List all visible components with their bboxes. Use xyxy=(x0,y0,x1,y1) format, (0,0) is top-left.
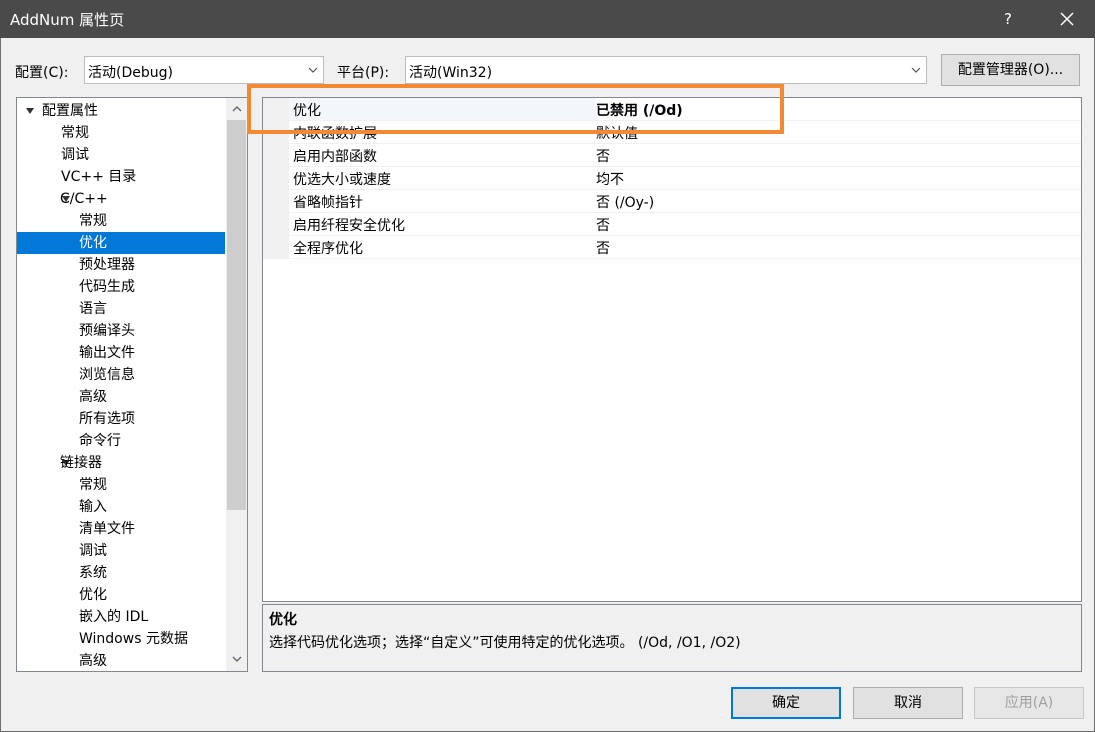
property-value[interactable]: 否 xyxy=(596,238,610,258)
platform-label: 平台(P): xyxy=(337,65,390,81)
tree-item-label: 链接器 xyxy=(60,455,102,471)
tree-item-label: 所有选项 xyxy=(79,411,135,427)
platform-combo[interactable]: 活动(Win32) xyxy=(405,56,927,84)
tree-item-label: 调试 xyxy=(61,147,89,163)
property-row[interactable]: 启用内部函数 否 xyxy=(263,144,1081,167)
tree-item-label: VC++ 目录 xyxy=(61,169,137,185)
window-title: AddNum 属性页 xyxy=(10,11,125,29)
description-text: 选择代码优化选项；选择“自定义”可使用特定的优化选项。 (/Od, /O1, /… xyxy=(269,635,741,651)
property-row[interactable]: 全程序优化 否 xyxy=(263,236,1081,259)
chevron-down-icon xyxy=(909,63,923,77)
tree-item[interactable]: 调试 xyxy=(17,144,225,166)
tree-item-label: 常规 xyxy=(79,477,107,493)
tree-item[interactable]: 常规 xyxy=(17,474,225,496)
property-value[interactable]: 否 xyxy=(596,215,610,235)
property-row[interactable]: 启用纤程安全优化 否 xyxy=(263,213,1081,236)
row-gutter xyxy=(263,190,289,212)
tree-item[interactable]: 输出文件 xyxy=(17,342,225,364)
apply-button[interactable]: 应用(A) xyxy=(974,687,1084,719)
description-title: 优化 xyxy=(269,612,297,628)
tree-item-label: Windows 元数据 xyxy=(79,631,188,647)
close-icon[interactable] xyxy=(1050,3,1084,35)
property-name: 启用纤程安全优化 xyxy=(293,218,405,234)
scroll-up-icon[interactable] xyxy=(231,103,243,115)
property-name: 优选大小或速度 xyxy=(293,172,391,188)
tree-item-label: 调试 xyxy=(79,543,107,559)
tree-item-label: 清单文件 xyxy=(79,521,135,537)
title-bar: AddNum 属性页 ? xyxy=(0,0,1095,38)
tree-item-label: 优化 xyxy=(79,587,107,603)
tree-item-label: 配置属性 xyxy=(42,103,98,119)
property-row[interactable]: 优选大小或速度 均不 xyxy=(263,167,1081,190)
tree-item[interactable]: 系统 xyxy=(17,562,225,584)
property-grid: 优化 已禁用 (/Od) 内联函数扩展 默认值 启用内部函数否优选大小或速度 均不 省略帧指… xyxy=(262,97,1082,602)
tree-item-label: 输出文件 xyxy=(79,345,135,361)
row-gutter xyxy=(263,213,289,235)
tree-item[interactable]: 高级 xyxy=(17,650,225,671)
tree-item-label: 系统 xyxy=(79,565,107,581)
property-name: 全程序优化 xyxy=(293,241,363,257)
tree-item[interactable]: 高级 xyxy=(17,386,225,408)
property-row[interactable]: 省略帧指针 否 (/Oy-) xyxy=(263,190,1081,213)
config-manager-button[interactable]: 配置管理器(O)... xyxy=(941,54,1080,86)
tree-item-label: 高级 xyxy=(79,389,107,405)
expand-triangle-icon[interactable] xyxy=(25,100,35,122)
tree-item[interactable]: 优化 xyxy=(17,584,225,606)
tree-item-label: 常规 xyxy=(79,213,107,229)
tree-item-label: 浏览信息 xyxy=(79,367,135,383)
platform-value: 活动(Win32) xyxy=(409,65,493,81)
property-value[interactable]: 否 xyxy=(596,146,610,166)
tree-item[interactable]: 浏览信息 xyxy=(17,364,225,386)
annotation-highlight-box xyxy=(247,84,784,134)
tree-item-label: 常规 xyxy=(61,125,89,141)
tree-item-label: 输入 xyxy=(79,499,107,515)
tree-item[interactable]: 链接器 xyxy=(17,452,225,474)
config-combo[interactable]: 活动(Debug) xyxy=(84,56,324,84)
tree-item[interactable]: 配置属性 xyxy=(17,100,225,122)
tree-item[interactable]: VC++ 目录 xyxy=(17,166,225,188)
property-name: 省略帧指针 xyxy=(293,195,363,211)
config-label: 配置(C): xyxy=(15,65,69,81)
ok-button[interactable]: 确定 xyxy=(731,687,841,719)
row-gutter xyxy=(263,236,289,258)
tree-item-label: 代码生成 xyxy=(79,279,135,295)
tree-item-label: 优化 xyxy=(79,235,107,251)
tree-item[interactable]: C/C++ xyxy=(17,188,225,210)
scrollbar-thumb[interactable] xyxy=(227,120,246,510)
tree-item[interactable]: 输入 xyxy=(17,496,225,518)
tree-scrollbar[interactable] xyxy=(226,98,247,671)
tree-item[interactable]: 优化 xyxy=(17,232,225,254)
tree-item[interactable]: 清单文件 xyxy=(17,518,225,540)
scroll-down-icon[interactable] xyxy=(231,653,243,665)
tree-item[interactable]: 语言 xyxy=(17,298,225,320)
property-value[interactable]: 均不 xyxy=(596,169,624,189)
description-panel: 优化 选择代码优化选项；选择“自定义”可使用特定的优化选项。 (/Od, /O1… xyxy=(262,604,1082,672)
tree-item-label: 高级 xyxy=(79,653,107,669)
tree-item[interactable]: 命令行 xyxy=(17,430,225,452)
tree-item-label: 预处理器 xyxy=(79,257,135,273)
row-gutter xyxy=(263,144,289,166)
property-tree: 配置属性 常规 调试 VC++ 目录 C/C++ 常规 优化 预处理器 代码生成 语言 预编译头 输出… xyxy=(16,97,248,672)
tree-item[interactable]: 所有选项 xyxy=(17,408,225,430)
tree-item[interactable]: 常规 xyxy=(17,122,225,144)
cancel-button[interactable]: 取消 xyxy=(853,687,963,719)
tree-item-label: 语言 xyxy=(79,301,107,317)
tree-item[interactable]: 预处理器 xyxy=(17,254,225,276)
row-gutter xyxy=(263,167,289,189)
tree-item-label: 嵌入的 IDL xyxy=(79,609,149,625)
property-value[interactable]: 否 (/Oy-) xyxy=(596,192,654,212)
tree-item-label: 预编译头 xyxy=(79,323,135,339)
tree-item[interactable]: Windows 元数据 xyxy=(17,628,225,650)
tree-item-label: 命令行 xyxy=(79,433,121,449)
tree-item-label: C/C++ xyxy=(60,191,108,207)
chevron-down-icon xyxy=(306,63,320,77)
tree-item[interactable]: 代码生成 xyxy=(17,276,225,298)
tree-item[interactable]: 常规 xyxy=(17,210,225,232)
tree-item[interactable]: 嵌入的 IDL xyxy=(17,606,225,628)
config-value: 活动(Debug) xyxy=(88,65,173,81)
tree-item[interactable]: 预编译头 xyxy=(17,320,225,342)
tree-item[interactable]: 调试 xyxy=(17,540,225,562)
help-button[interactable]: ? xyxy=(996,6,1020,32)
property-name: 启用内部函数 xyxy=(293,149,377,165)
